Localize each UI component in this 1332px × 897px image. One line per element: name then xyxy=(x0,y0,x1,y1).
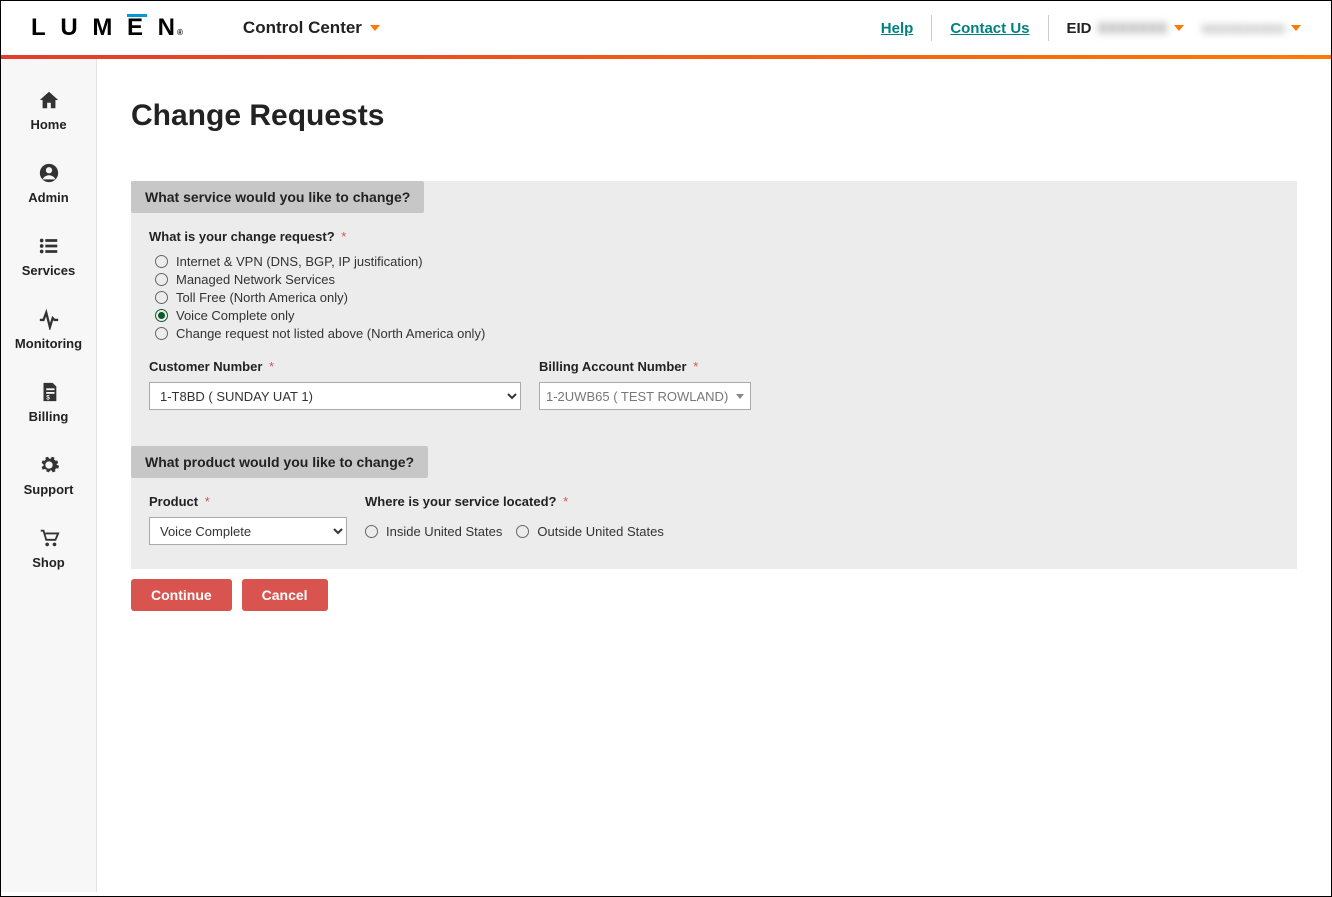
user-dropdown[interactable]: xxxxxxxxxx xyxy=(1202,20,1301,37)
brand-logo: L U M E N® xyxy=(31,14,183,42)
radio-icon xyxy=(155,255,168,268)
radio-internet-vpn[interactable]: Internet & VPN (DNS, BGP, IP justificati… xyxy=(155,254,1279,269)
content-area: Change Requests What service would you l… xyxy=(97,59,1331,892)
billing-icon: $ xyxy=(38,381,60,403)
change-request-label: What is your change request? xyxy=(149,229,335,244)
cart-icon xyxy=(38,527,60,549)
radio-label: Toll Free (North America only) xyxy=(176,290,348,305)
divider xyxy=(931,15,932,41)
radio-icon xyxy=(155,309,168,322)
required-asterisk: * xyxy=(341,229,346,244)
section-product-change: What product would you like to change? P… xyxy=(131,434,1297,569)
sidebar-item-shop[interactable]: Shop xyxy=(1,527,96,570)
billing-account-value: 1-2UWB65 ( TEST ROWLAND) xyxy=(546,389,728,404)
list-icon xyxy=(38,235,60,257)
radio-icon xyxy=(365,525,378,538)
sidebar-item-label: Monitoring xyxy=(15,336,82,351)
header-right: Help Contact Us EID XXXXXXX xxxxxxxxxx xyxy=(881,15,1301,41)
billing-account-label: Billing Account Number xyxy=(539,359,687,374)
radio-icon xyxy=(155,291,168,304)
sidebar-item-home[interactable]: Home xyxy=(1,89,96,132)
change-request-radios: Internet & VPN (DNS, BGP, IP justificati… xyxy=(155,254,1279,341)
sidebar-item-monitoring[interactable]: Monitoring xyxy=(1,308,96,351)
radio-toll-free[interactable]: Toll Free (North America only) xyxy=(155,290,1279,305)
home-icon xyxy=(38,89,60,111)
page-title: Change Requests xyxy=(131,99,1297,133)
radio-managed-network[interactable]: Managed Network Services xyxy=(155,272,1279,287)
product-select[interactable]: Voice Complete xyxy=(149,517,347,545)
user-icon xyxy=(38,162,60,184)
radio-icon xyxy=(155,327,168,340)
radio-icon xyxy=(155,273,168,286)
sidebar-item-support[interactable]: Support xyxy=(1,454,96,497)
billing-account-select[interactable]: 1-2UWB65 ( TEST ROWLAND) xyxy=(539,382,751,410)
section2-heading: What product would you like to change? xyxy=(131,446,428,478)
control-center-label: Control Center xyxy=(243,18,362,38)
eid-label: EID xyxy=(1067,20,1092,37)
user-value: xxxxxxxxxx xyxy=(1202,20,1285,37)
sidebar-item-label: Admin xyxy=(28,190,68,205)
sidebar-item-label: Billing xyxy=(29,409,69,424)
sidebar-item-label: Home xyxy=(30,117,66,132)
customer-number-label: Customer Number xyxy=(149,359,262,374)
radio-voice-complete[interactable]: Voice Complete only xyxy=(155,308,1279,323)
continue-button[interactable]: Continue xyxy=(131,579,232,611)
contact-us-link[interactable]: Contact Us xyxy=(950,20,1029,37)
control-center-dropdown[interactable]: Control Center xyxy=(243,18,380,38)
radio-label: Managed Network Services xyxy=(176,272,335,287)
top-header: L U M E N® Control Center Help Contact U… xyxy=(1,1,1331,59)
location-label: Where is your service located? xyxy=(365,494,556,509)
customer-number-select[interactable]: 1-T8BD ( SUNDAY UAT 1) xyxy=(149,382,521,410)
chevron-down-icon xyxy=(1291,25,1301,31)
sidebar-item-services[interactable]: Services xyxy=(1,235,96,278)
radio-label: Voice Complete only xyxy=(176,308,295,323)
cancel-button[interactable]: Cancel xyxy=(242,579,328,611)
svg-text:$: $ xyxy=(46,394,50,401)
sidebar-item-admin[interactable]: Admin xyxy=(1,162,96,205)
sidebar-item-label: Services xyxy=(22,263,76,278)
radio-label: Internet & VPN (DNS, BGP, IP justificati… xyxy=(176,254,423,269)
required-asterisk: * xyxy=(563,494,568,509)
radio-label: Outside United States xyxy=(537,524,663,539)
chevron-down-icon xyxy=(1174,25,1184,31)
help-link[interactable]: Help xyxy=(881,20,914,37)
eid-dropdown[interactable]: EID XXXXXXX xyxy=(1067,20,1184,37)
activity-icon xyxy=(38,308,60,330)
required-asterisk: * xyxy=(269,359,274,374)
chevron-down-icon xyxy=(370,25,380,31)
sidebar-item-label: Shop xyxy=(32,555,65,570)
radio-icon xyxy=(516,525,529,538)
sidebar-item-billing[interactable]: $ Billing xyxy=(1,381,96,424)
section-service-change: What service would you like to change? W… xyxy=(131,181,1297,434)
sidebar: Home Admin Services Monitoring $ Billing… xyxy=(1,59,97,892)
section1-heading: What service would you like to change? xyxy=(131,181,424,213)
radio-label: Inside United States xyxy=(386,524,502,539)
radio-inside-us[interactable]: Inside United States xyxy=(365,524,502,539)
radio-outside-us[interactable]: Outside United States xyxy=(516,524,663,539)
action-buttons: Continue Cancel xyxy=(131,579,1297,611)
eid-value: XXXXXXX xyxy=(1098,20,1168,37)
divider xyxy=(1048,15,1049,41)
sidebar-item-label: Support xyxy=(24,482,74,497)
radio-not-listed[interactable]: Change request not listed above (North A… xyxy=(155,326,1279,341)
gear-icon xyxy=(38,454,60,476)
chevron-down-icon xyxy=(736,394,744,399)
required-asterisk: * xyxy=(205,494,210,509)
product-label: Product xyxy=(149,494,198,509)
radio-label: Change request not listed above (North A… xyxy=(176,326,485,341)
required-asterisk: * xyxy=(693,359,698,374)
